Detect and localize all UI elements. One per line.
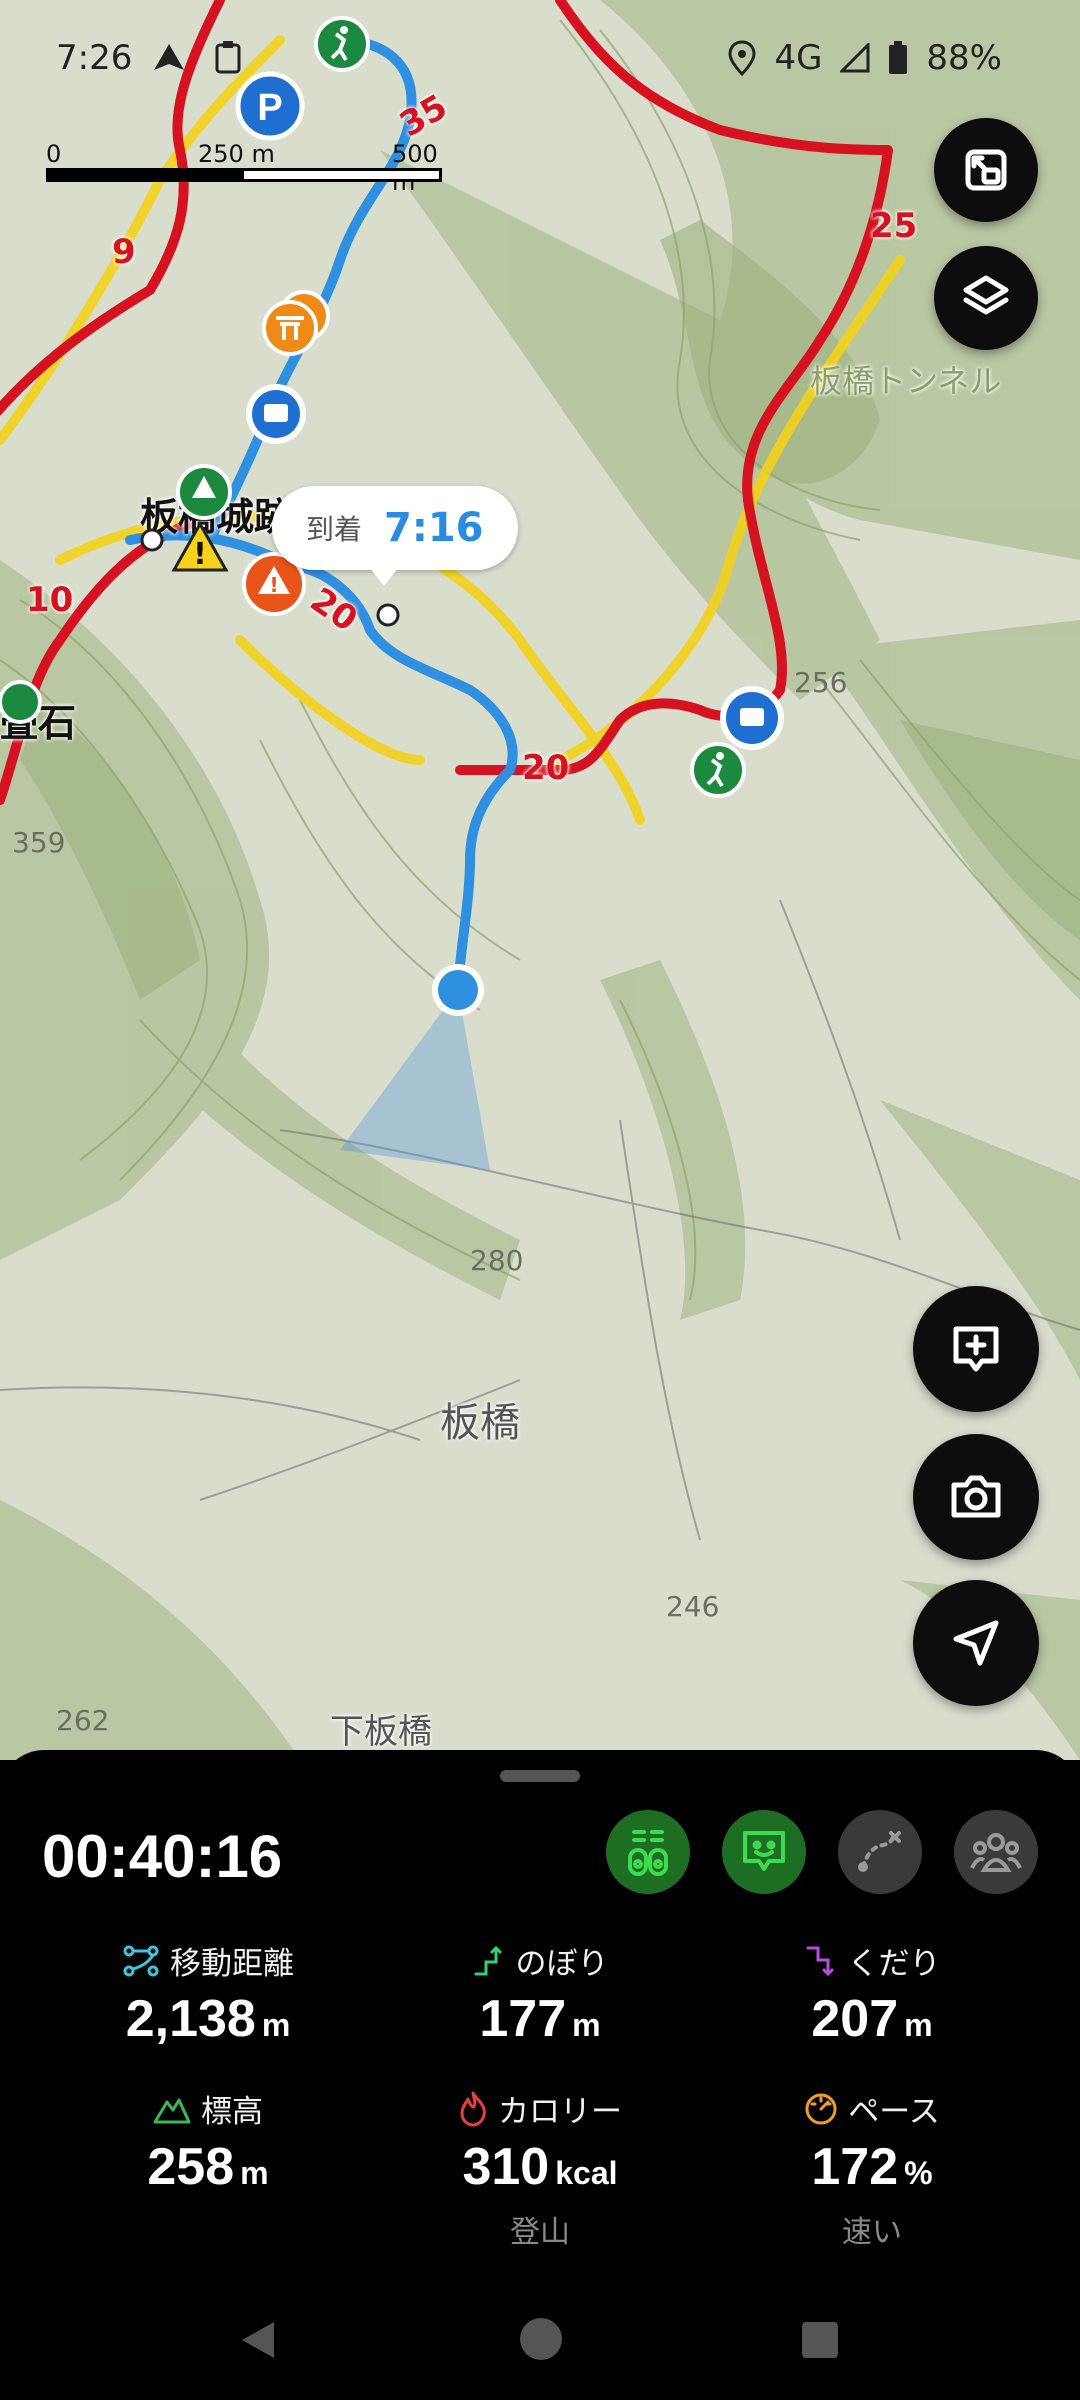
stat-pace-unit: % [904, 2155, 933, 2191]
navigation-arrow-icon [953, 1620, 999, 1666]
stat-descent-value: 207 [811, 1990, 899, 2048]
group-icon [970, 1833, 1022, 1872]
stat-elevation: 標高 258 m [58, 2086, 358, 2197]
camera-icon [951, 1475, 1001, 1518]
back-icon[interactable] [238, 2318, 278, 2362]
navigation-status-icon [154, 44, 184, 70]
voice-guide-button[interactable] [722, 1810, 806, 1894]
map-layers-button[interactable] [934, 246, 1038, 350]
clipboard-status-icon [215, 41, 241, 74]
add-comment-icon [953, 1326, 999, 1372]
arrival-time-bubble[interactable]: 到着 7:16 [272, 486, 518, 586]
stat-descent-unit: m [904, 2007, 933, 2043]
stat-elevation-label: 標高 [201, 2094, 263, 2130]
scale-zero-label: 0 [46, 140, 62, 168]
hiker-trailhead-icon[interactable] [690, 742, 746, 798]
arrival-time: 7:16 [384, 505, 484, 551]
battery-icon [889, 41, 908, 74]
stat-descent-label: くだり [847, 1946, 941, 1982]
network-type: 4G [774, 38, 823, 78]
stat-calories-activity: 登山 [510, 2215, 570, 2250]
stat-calories-unit: kcal [555, 2155, 618, 2191]
locate-me-button[interactable] [913, 1580, 1039, 1706]
stat-pace-rating: 速い [842, 2215, 902, 2250]
stat-pace-label: ペース [848, 2094, 940, 2130]
companion-mode-button[interactable] [606, 1810, 690, 1894]
stat-ascent-value: 177 [479, 1990, 567, 2048]
add-memo-button[interactable] [913, 1286, 1039, 1412]
map-scale-bar: 0 250 m 500 m [46, 140, 442, 196]
stat-ascent-unit: m [572, 2007, 601, 2043]
system-navigation-bar [0, 2270, 1080, 2400]
stat-distance-label: 移動距離 [170, 1946, 294, 1982]
stat-ascent: のぼり 177 m [390, 1938, 690, 2049]
home-icon[interactable] [518, 2316, 564, 2362]
comment-pin-icon[interactable] [246, 384, 306, 444]
forest-tree-icon [176, 464, 232, 520]
camera-button[interactable] [913, 1434, 1039, 1560]
stat-calories-label: カロリー [498, 2094, 622, 2130]
stat-ascent-label: のぼり [515, 1946, 609, 1982]
route-off-icon [858, 1831, 901, 1872]
flame-icon [460, 2091, 486, 2126]
svg-text:!: ! [193, 537, 207, 572]
stat-distance-unit: m [261, 2007, 291, 2043]
status-time: 7:26 [56, 38, 133, 78]
ascent-icon [474, 1945, 501, 1975]
fit-route-icon [965, 149, 1007, 191]
group-members-button[interactable] [954, 1810, 1038, 1894]
location-status-icon [728, 40, 756, 76]
mountain-icon [153, 2098, 191, 2123]
fit-route-button[interactable] [934, 118, 1038, 222]
warning-triangle-icon[interactable]: ! [171, 520, 229, 572]
descent-icon [806, 1946, 833, 1976]
recents-icon[interactable] [800, 2320, 840, 2360]
waypoint-dot [140, 528, 164, 552]
forest-tree-icon-edge [0, 680, 42, 724]
map-view[interactable]: 板橋城跡 畳石 板橋 下板橋 板橋トンネル 35 25 9 10 20 20 2… [0, 0, 1080, 1760]
stat-pace-value: 172 [811, 2138, 899, 2196]
route-deviation-button[interactable] [838, 1810, 922, 1894]
arrival-label: 到着 [306, 513, 363, 546]
stat-elevation-unit: m [240, 2155, 269, 2191]
destination-dot[interactable] [376, 603, 400, 627]
smile-chat-icon [743, 1831, 785, 1871]
stat-distance-value: 2,138 [125, 1990, 256, 2048]
current-location-icon[interactable] [432, 964, 484, 1016]
layers-icon [963, 275, 1009, 315]
trail-markers-icon [628, 1830, 668, 1876]
comment-pin-icon[interactable] [720, 686, 784, 750]
speedometer-icon [805, 2093, 837, 2124]
distance-icon [123, 1945, 159, 1976]
signal-icon [840, 43, 870, 73]
stat-distance: 移動距離 2,138 m [58, 1938, 358, 2049]
shrine-icon[interactable] [262, 290, 330, 356]
svg-text:!: ! [269, 573, 278, 597]
status-bar: 7:26 4G 88% [0, 0, 1080, 110]
stat-elevation-value: 258 [147, 2138, 235, 2196]
stat-calories: カロリー 310 kcal 登山 [390, 2086, 690, 2251]
stat-descent: くだり 207 m [722, 1938, 1022, 2049]
scale-mid-label: 250 m [198, 140, 275, 168]
elapsed-timer: 00:40:16 [42, 1823, 283, 1890]
sheet-drag-handle[interactable] [500, 1770, 580, 1782]
stat-calories-value: 310 [462, 2138, 550, 2196]
battery-level: 88% [926, 38, 1002, 78]
stat-pace: ペース 172% 速い [722, 2086, 1022, 2251]
